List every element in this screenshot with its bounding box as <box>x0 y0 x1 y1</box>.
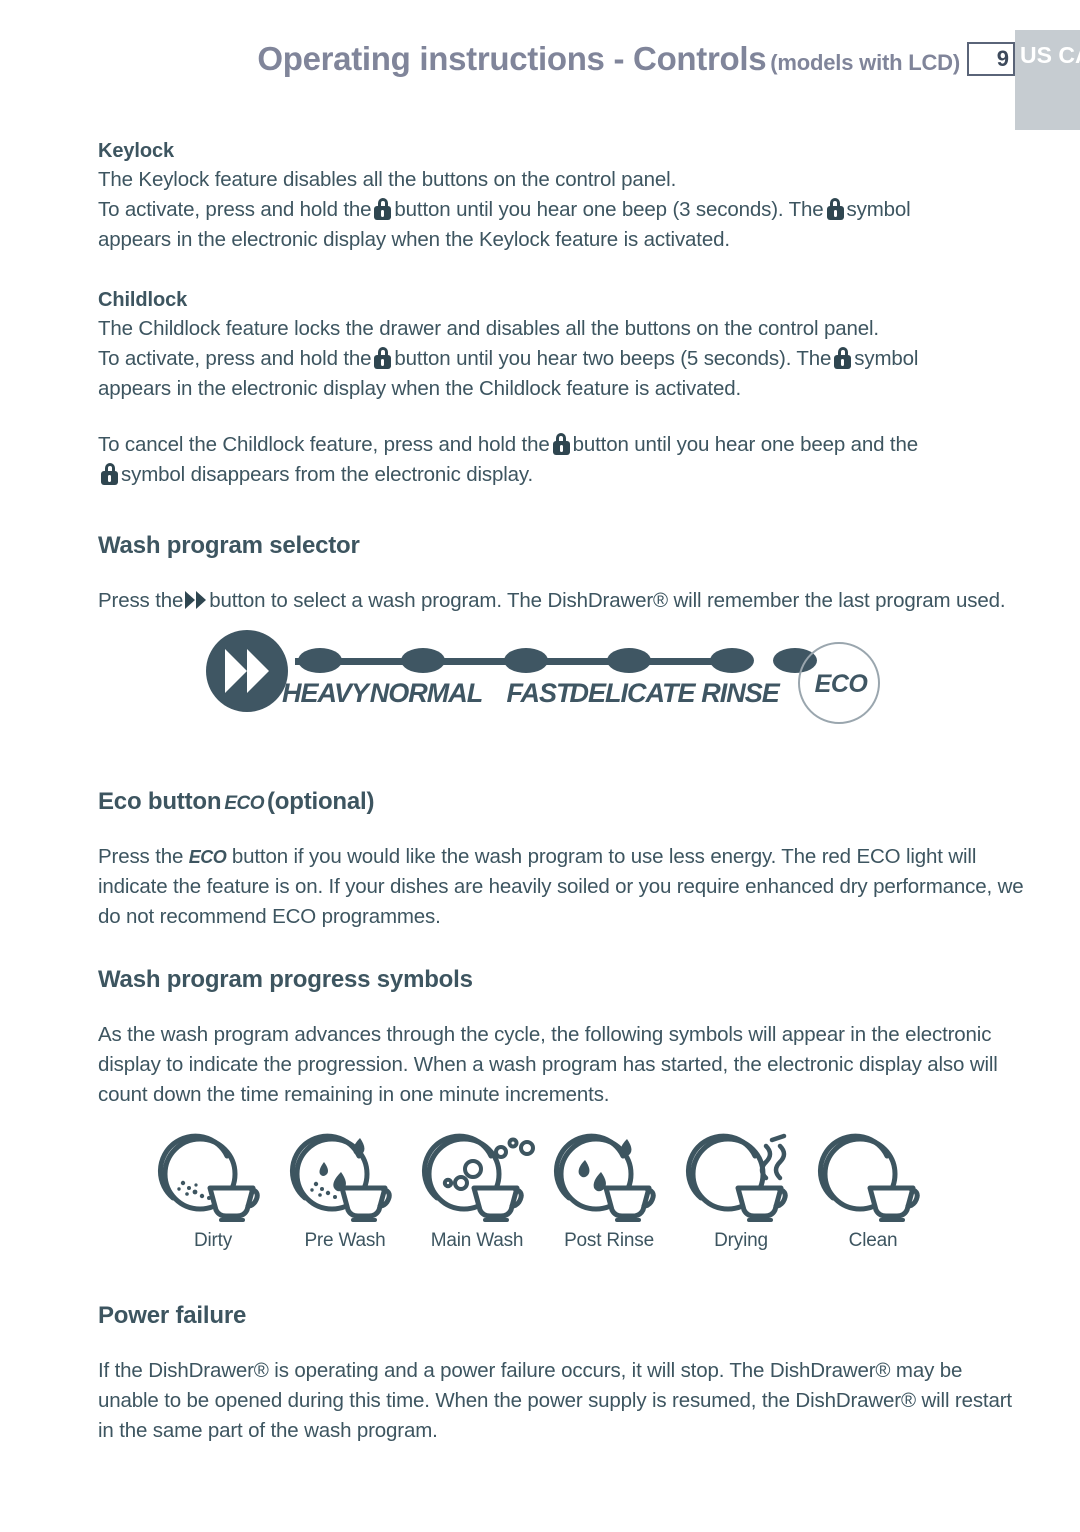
post-rinse-icon <box>539 1126 679 1226</box>
program-dot-fast <box>504 648 548 673</box>
progress-label-pre-wash: Pre Wash <box>304 1230 386 1251</box>
childlock-cancel-text-b: button until you hear one beep and the <box>572 433 919 456</box>
clean-dish-icon <box>803 1126 943 1226</box>
page-subtitle: (models with LCD) <box>770 50 960 75</box>
childlock-cancel-text-a: To cancel the Childlock feature, press a… <box>98 433 550 456</box>
power-failure-para: If the DishDrawer® is operating and a po… <box>98 1359 1012 1442</box>
program-dot-normal <box>401 648 445 673</box>
keylock-text-b: button until you hear one beep (3 second… <box>394 198 824 221</box>
eco-heading-text-a: Eco button <box>98 788 222 815</box>
keylock-heading: Keylock <box>98 140 175 162</box>
padlock-icon <box>552 433 570 455</box>
progress-symbols-para: As the wash program advances through the… <box>98 1023 998 1106</box>
childlock-cancel-line: To cancel the Childlock feature, press a… <box>98 430 1028 460</box>
main-wash-icon <box>407 1126 547 1226</box>
selector-text-a: Press the <box>98 589 184 612</box>
drying-icon <box>671 1126 811 1226</box>
childlock-heading: Childlock <box>98 289 188 311</box>
eco-para-text-a: Press the <box>98 845 184 868</box>
progress-item-drying: Drying <box>671 1126 811 1252</box>
padlock-icon <box>374 198 392 220</box>
wash-program-selector-heading: Wash program selector <box>98 532 360 559</box>
eco-button-heading: Eco button ECO (optional) <box>98 788 1028 816</box>
wash-program-selector-para: Press the button to select a wash program… <box>98 586 1028 616</box>
selector-text-b: button to select a wash program. The Dis… <box>209 589 1006 612</box>
childlock-line-2: To activate, press and hold the button un… <box>98 344 1028 374</box>
progress-label-clean: Clean <box>848 1230 898 1251</box>
padlock-icon <box>834 347 852 369</box>
page-title: Operating instructions - Controls <box>257 40 767 77</box>
childlock-cancel-text-c: symbol disappears from the electronic di… <box>121 463 534 486</box>
region-tab-label: US CA <box>1020 42 1080 68</box>
program-labels: HEAVY NORMAL FAST DELICATE RINSE <box>282 678 780 718</box>
keylock-line-2: To activate, press and hold the button un… <box>98 195 1028 225</box>
eco-button-para: Press the ECO button if you would like t… <box>98 842 1028 932</box>
program-dot-rinse <box>710 648 754 673</box>
page-content: Keylock The Keylock feature disables all… <box>98 140 1028 1446</box>
progress-item-main-wash: Main Wash <box>407 1126 547 1252</box>
keylock-line-1: The Keylock feature disables all the but… <box>98 168 677 191</box>
fast-forward-icon <box>185 591 207 610</box>
eco-heading-text-b: (optional) <box>267 788 375 815</box>
page-header: Operating instructions - Controls (models… <box>0 0 1080 130</box>
program-dot-delicate <box>607 648 651 673</box>
progress-label-main-wash: Main Wash <box>430 1230 524 1251</box>
padlock-icon <box>826 198 844 220</box>
childlock-line-3: appears in the electronic display when t… <box>98 377 741 400</box>
padlock-icon <box>101 463 118 485</box>
padlock-icon <box>374 347 392 369</box>
progress-label-post-rinse: Post Rinse <box>564 1230 654 1251</box>
power-failure-section: Power failure If the DishDrawer® is oper… <box>98 1302 1028 1446</box>
keylock-text-c: symbol <box>846 198 911 221</box>
progress-item-dirty: Dirty <box>143 1126 283 1252</box>
keylock-line-3: appears in the electronic display when t… <box>98 228 730 251</box>
eco-para-text-b: button if you would like the wash progra… <box>98 845 1024 928</box>
program-label-rinse: RINSE <box>701 678 780 708</box>
childlock-text-c: symbol <box>854 347 919 370</box>
progress-symbols-heading: Wash program progress symbols <box>98 966 473 993</box>
page-number: 9 <box>967 42 1015 76</box>
pre-wash-icon <box>275 1126 415 1226</box>
eco-button-section: Eco button ECO (optional) Press the ECO bu… <box>98 788 1028 932</box>
childlock-line-1: The Childlock feature locks the drawer a… <box>98 317 879 340</box>
progress-item-post-rinse: Post Rinse <box>539 1126 679 1252</box>
childlock-section: Childlock The Childlock feature locks th… <box>98 289 1028 490</box>
eco-button-graphic[interactable]: ECO <box>798 642 880 724</box>
childlock-text-a: To activate, press and hold the <box>98 347 372 370</box>
dirty-dish-icon <box>143 1126 283 1226</box>
keylock-section: Keylock The Keylock feature disables all… <box>98 140 1028 255</box>
wash-program-selector-section: Wash program selector Press the button to… <box>98 532 1028 754</box>
progress-symbols-section: Wash program progress symbols As the was… <box>98 966 1028 1276</box>
keylock-text-a: To activate, press and hold the <box>98 198 372 221</box>
eco-para-badge: ECO <box>188 847 227 867</box>
progress-item-clean: Clean <box>803 1126 943 1252</box>
header-title-row: Operating instructions - Controls (models… <box>0 40 960 78</box>
progress-item-pre-wash: Pre Wash <box>275 1126 415 1252</box>
program-dot-heavy <box>298 648 342 673</box>
progress-label-drying: Drying <box>714 1230 768 1251</box>
region-tab: US CA <box>1015 30 1080 130</box>
eco-heading-badge: ECO <box>224 793 264 814</box>
childlock-text-b: button until you hear two beeps (5 secon… <box>394 347 832 370</box>
progress-label-dirty: Dirty <box>193 1230 233 1251</box>
childlock-cancel-line-2: symbol disappears from the electronic di… <box>98 460 1028 490</box>
power-failure-heading: Power failure <box>98 1302 247 1329</box>
eco-button-label: ECO <box>814 670 868 698</box>
progress-symbols-row: Dirty Pre Wash Main Wash Post Rinse Dryi… <box>98 1126 1028 1276</box>
wash-program-selector-diagram: HEAVY NORMAL FAST DELICATE RINSE ECO <box>98 624 1028 754</box>
